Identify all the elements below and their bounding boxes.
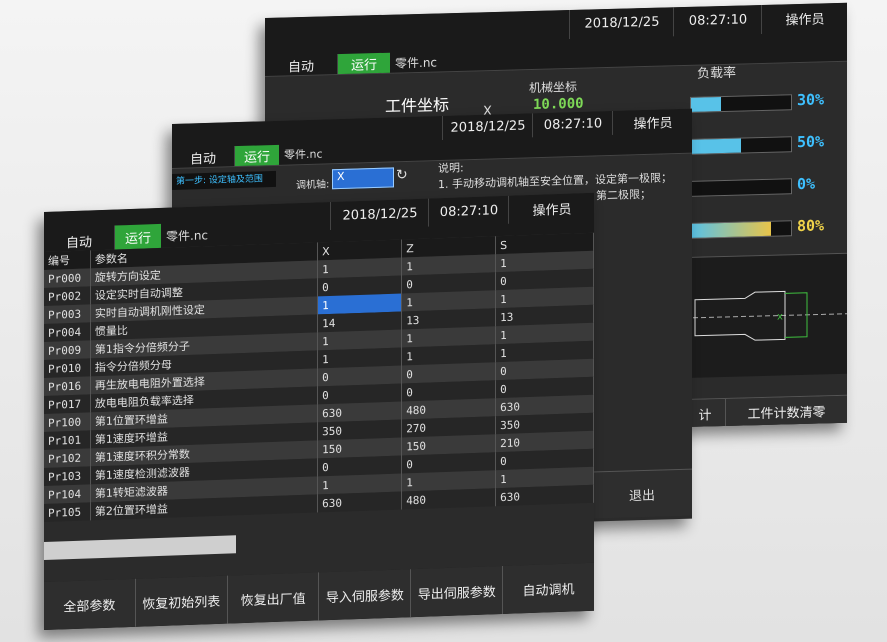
param-id-cell: Pr016 xyxy=(44,376,91,396)
date-display: 2018/12/25 xyxy=(330,198,429,231)
param-id-cell: Pr101 xyxy=(44,430,91,450)
horizontal-scrollbar[interactable] xyxy=(44,535,236,560)
load-bar-fill xyxy=(691,97,721,112)
load-percent: 80% xyxy=(797,216,825,236)
axis-label: 调机轴: xyxy=(296,179,330,192)
load-bar xyxy=(690,220,792,239)
param-id-cell: Pr009 xyxy=(44,340,91,360)
date-display: 2018/12/25 xyxy=(442,113,533,140)
note-line-2: 第二极限； xyxy=(596,187,651,203)
axis-input[interactable]: X xyxy=(332,167,394,190)
param-id-cell: Pr103 xyxy=(44,466,91,486)
parameter-rows: Pr000 旋转方向设定 1 1 1 Pr002 设定实时自动调整 0 0 0 Pr003 实时自动调… xyxy=(44,250,594,522)
all-params-button[interactable]: 全部参数 xyxy=(44,578,135,630)
param-id-cell: Pr017 xyxy=(44,394,91,414)
param-id-cell: Pr002 xyxy=(44,286,91,306)
note-title: 说明: xyxy=(438,161,464,176)
file-name: 零件.nc xyxy=(395,55,438,71)
date-display: 2018/12/25 xyxy=(569,7,674,40)
load-bar xyxy=(690,94,792,113)
param-id-cell: Pr100 xyxy=(44,412,91,432)
file-name: 零件.nc xyxy=(166,228,209,244)
param-id-cell: Pr004 xyxy=(44,322,91,342)
file-name: 零件.nc xyxy=(284,147,323,162)
auto-tune-button[interactable]: 自动调机 xyxy=(502,562,594,615)
load-bar-fill xyxy=(691,138,741,154)
load-rate-title: 负载率 xyxy=(697,65,737,82)
load-bar xyxy=(690,136,792,155)
restore-initial-list-button[interactable]: 恢复初始列表 xyxy=(134,575,227,627)
load-percent: 30% xyxy=(797,90,825,110)
servo-parameter-panel: 自动 运行 零件.nc 2018/12/25 08:27:10 操作员 编号 参… xyxy=(44,192,594,630)
param-id-cell: Pr003 xyxy=(44,304,91,324)
header: 2018/12/25 08:27:10 操作员 自动 运行 零件.nc xyxy=(172,108,692,169)
back-button-row: 计 工件计数清零 xyxy=(685,394,847,429)
mode-run-tab[interactable]: 运行 xyxy=(234,144,279,167)
step-indicator: 第一步: 设定轴及范围 xyxy=(172,170,276,190)
param-id-cell: Pr104 xyxy=(44,484,91,504)
operator-button[interactable]: 操作员 xyxy=(761,2,847,35)
parameter-table: 编号 参数名 X Z S Pr000 旋转方向设定 1 1 1 Pr002 设定实时自动调整… xyxy=(44,232,594,522)
mode-auto-tab[interactable]: 自动 xyxy=(172,146,234,168)
param-id-cell: Pr000 xyxy=(44,268,91,288)
mode-auto-tab[interactable]: 自动 xyxy=(44,230,114,252)
param-id-cell: Pr010 xyxy=(44,358,91,378)
operator-button[interactable]: 操作员 xyxy=(612,108,692,135)
import-servo-params-button[interactable]: 导入伺服参数 xyxy=(318,569,411,621)
bottom-button-row: 全部参数 恢复初始列表 恢复出厂值 导入伺服参数 导出伺服参数 自动调机 xyxy=(44,562,594,630)
stage: 2018/12/25 08:27:10 操作员 自动 运行 零件.nc 工件坐标… xyxy=(0,0,887,642)
machine-coord-label: 机械坐标 xyxy=(529,79,578,96)
param-s-cell[interactable]: 630 xyxy=(495,484,594,507)
part-outline-icon: x xyxy=(685,290,847,341)
load-bar xyxy=(690,178,792,197)
clear-count-button[interactable]: 工件计数清零 xyxy=(725,395,847,427)
refresh-icon[interactable]: ↻ xyxy=(396,167,408,183)
param-id-cell: Pr102 xyxy=(44,448,91,468)
load-percent: 0% xyxy=(797,174,816,194)
param-z-cell[interactable]: 480 xyxy=(401,488,496,510)
mode-run-tab[interactable]: 运行 xyxy=(337,52,390,75)
load-bar-fill xyxy=(691,221,771,238)
mode-run-tab[interactable]: 运行 xyxy=(114,223,161,250)
machine-x-value: 10.000 xyxy=(533,95,584,113)
col-header-id: 编号 xyxy=(44,250,91,270)
restore-factory-button[interactable]: 恢复出厂值 xyxy=(226,572,319,624)
time-display: 08:27:10 xyxy=(428,195,509,227)
time-display: 08:27:10 xyxy=(673,4,762,37)
mode-auto-tab[interactable]: 自动 xyxy=(265,54,337,76)
exit-button[interactable]: 退出 xyxy=(592,468,692,519)
header: 2018/12/25 08:27:10 操作员 自动 运行 零件.nc xyxy=(265,2,847,77)
work-coord-title: 工件坐标 xyxy=(385,95,450,116)
part-preview: x xyxy=(685,252,847,379)
param-x-cell[interactable]: 630 xyxy=(317,491,402,513)
time-display: 08:27:10 xyxy=(532,110,613,138)
load-percent: 50% xyxy=(797,132,825,152)
param-id-cell: Pr105 xyxy=(44,502,91,522)
operator-button[interactable]: 操作员 xyxy=(508,192,594,224)
export-servo-params-button[interactable]: 导出伺服参数 xyxy=(410,566,503,618)
svg-text:x: x xyxy=(777,311,783,322)
